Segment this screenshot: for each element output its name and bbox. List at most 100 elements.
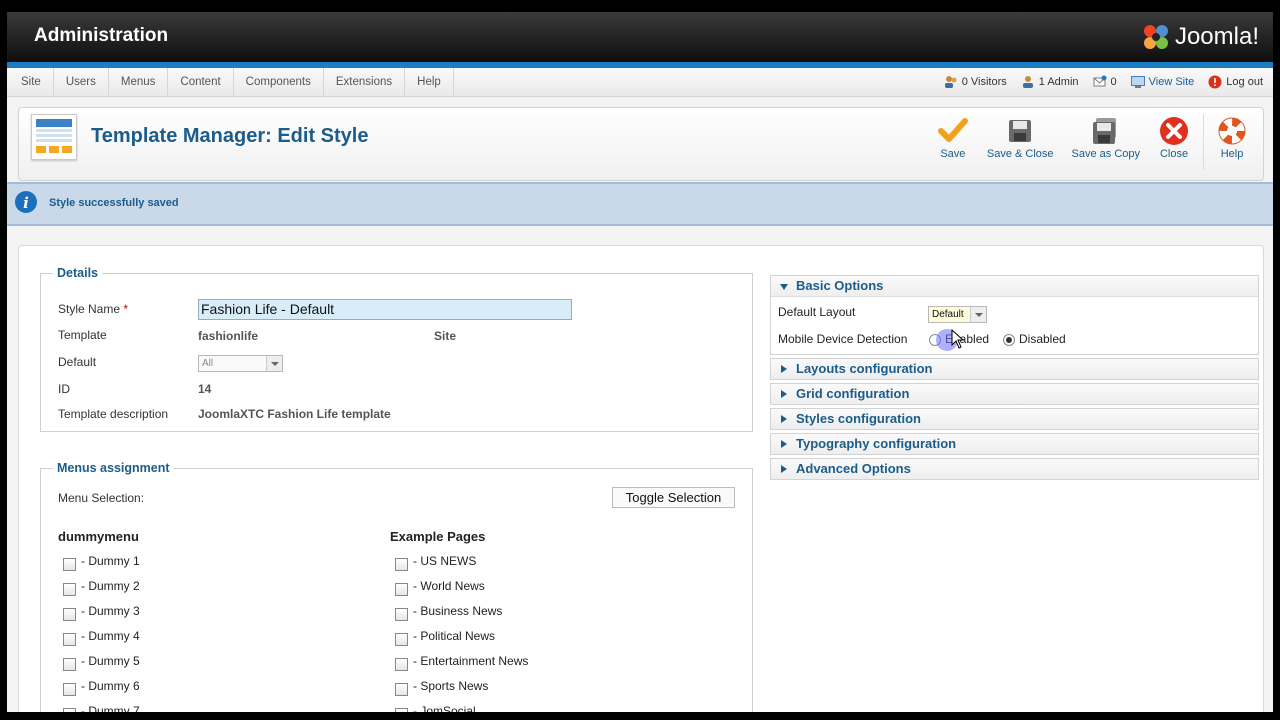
menu-content[interactable]: Content: [168, 68, 234, 96]
lifebuoy-icon: [1218, 117, 1246, 145]
dummy-6-label: - Dummy 6: [81, 679, 140, 693]
admins-count: 1 Admin: [1038, 76, 1079, 88]
messages-status[interactable]: 0: [1093, 75, 1117, 89]
jomsocial-label: - JomSocial: [413, 704, 476, 712]
grid-config-header[interactable]: Grid configuration: [771, 384, 1258, 404]
default-select-value: All: [202, 358, 214, 369]
dummy-3-label: - Dummy 3: [81, 604, 140, 618]
dummy-6-checkbox[interactable]: [63, 683, 76, 696]
menu-components[interactable]: Components: [234, 68, 324, 96]
styles-config-header[interactable]: Styles configuration: [771, 409, 1258, 429]
menu-extensions[interactable]: Extensions: [324, 68, 406, 96]
styles-config-panel: Styles configuration: [770, 408, 1259, 430]
typography-config-panel: Typography configuration: [770, 433, 1259, 455]
svg-text:i: i: [23, 194, 29, 212]
menu-site[interactable]: Site: [9, 68, 54, 96]
world-news-label: - World News: [413, 579, 485, 593]
us-news-label: - US NEWS: [413, 554, 477, 568]
entertainment-news-label: - Entertainment News: [413, 654, 529, 668]
info-icon: i: [15, 191, 37, 213]
close-button[interactable]: Close: [1149, 114, 1199, 170]
dummymenu-heading: dummymenu: [58, 529, 139, 544]
basic-options-header[interactable]: Basic Options: [771, 276, 1258, 296]
default-layout-select[interactable]: Default: [928, 306, 987, 323]
visitors-status: 0 Visitors: [944, 75, 1007, 89]
world-news-checkbox[interactable]: [395, 583, 408, 596]
advanced-options-title: Advanced Options: [796, 461, 911, 476]
dummy-2-checkbox[interactable]: [63, 583, 76, 596]
dummy-5-checkbox[interactable]: [63, 658, 76, 671]
layouts-config-header[interactable]: Layouts configuration: [771, 359, 1258, 379]
basic-options-title: Basic Options: [796, 278, 884, 293]
basic-options-body: Default Layout Default Mobile Device Det…: [771, 296, 1258, 354]
triangle-right-icon: [781, 440, 787, 448]
template-layout-icon: [36, 119, 72, 153]
joomla-logo-icon: [1143, 25, 1168, 49]
client-value: Site: [434, 329, 457, 343]
dummy-4-checkbox[interactable]: [63, 633, 76, 646]
dummy-2-label: - Dummy 2: [81, 579, 140, 593]
triangle-right-icon: [781, 465, 787, 473]
messages-icon: [1093, 75, 1107, 87]
political-news-label: - Political News: [413, 629, 496, 643]
description-value: JoomlaXTC Fashion Life template: [198, 407, 391, 421]
template-value: fashionlife: [198, 329, 259, 343]
sports-news-checkbox[interactable]: [395, 683, 408, 696]
triangle-down-icon: [780, 284, 788, 290]
mobile-detection-label: Mobile Device Detection: [778, 332, 908, 346]
political-news-checkbox[interactable]: [395, 633, 408, 646]
toggle-selection-button[interactable]: Toggle Selection: [612, 487, 735, 508]
business-news-checkbox[interactable]: [395, 608, 408, 621]
layouts-config-title: Layouts configuration: [796, 361, 933, 376]
logout-label: Log out: [1226, 76, 1263, 88]
messages-count: 0: [1110, 76, 1117, 88]
style-name-label: Style Name *: [58, 302, 128, 316]
admin-header: Administration Joomla!: [7, 12, 1273, 62]
close-label: Close: [1159, 148, 1189, 160]
menus-assignment-fieldset: Menus assignment Menu Selection: Toggle …: [40, 461, 753, 712]
mobile-disabled-label: Disabled: [1019, 332, 1066, 346]
entertainment-news-checkbox[interactable]: [395, 658, 408, 671]
floppy-disk-icon: [1009, 120, 1032, 142]
view-site-icon: [1130, 76, 1145, 88]
main-menubar: Site Users Menus Content Components Exte…: [7, 68, 1273, 97]
style-name-input[interactable]: Fashion Life - Default: [198, 299, 572, 320]
close-icon: [1160, 117, 1188, 145]
dummy-3-checkbox[interactable]: [63, 608, 76, 621]
triangle-right-icon: [781, 390, 787, 398]
logout-link[interactable]: Log out: [1208, 75, 1263, 89]
menu-items: Site Users Menus Content Components Exte…: [9, 68, 454, 96]
mobile-disabled-radio[interactable]: [1003, 334, 1015, 346]
dummy-7-checkbox[interactable]: [63, 708, 76, 712]
toolbar: Template Manager: Edit Style Save Save &…: [18, 107, 1264, 181]
style-name-label-text: Style Name: [58, 302, 121, 316]
layouts-config-panel: Layouts configuration: [770, 358, 1259, 380]
view-site-link[interactable]: View Site: [1130, 76, 1195, 88]
help-button[interactable]: Help: [1203, 114, 1257, 170]
admin-title: Administration: [34, 25, 169, 46]
menu-users[interactable]: Users: [54, 68, 109, 96]
advanced-options-header[interactable]: Advanced Options: [771, 459, 1258, 479]
default-select[interactable]: All: [198, 355, 283, 372]
save-close-label: Save & Close: [986, 148, 1054, 160]
save-button[interactable]: Save: [928, 114, 978, 170]
typography-config-title: Typography configuration: [796, 436, 957, 451]
grid-config-panel: Grid configuration: [770, 383, 1259, 405]
status-area: 0 Visitors 1 Admin 0 View Site Log out: [944, 68, 1263, 96]
us-news-checkbox[interactable]: [395, 558, 408, 571]
toolbar-buttons: Save Save & Close Save as Copy Close Hel…: [928, 114, 1257, 170]
typography-config-header[interactable]: Typography configuration: [771, 434, 1258, 454]
checkmark-icon: [937, 118, 968, 142]
default-layout-value: Default: [932, 309, 964, 320]
system-message: i Style successfully saved: [7, 182, 1273, 226]
example-pages-heading: Example Pages: [390, 529, 486, 544]
save-label: Save: [940, 148, 966, 160]
save-close-button[interactable]: Save & Close: [978, 114, 1063, 170]
menu-menus[interactable]: Menus: [109, 68, 169, 96]
menu-help[interactable]: Help: [405, 68, 454, 96]
view-site-label: View Site: [1148, 76, 1195, 88]
save-copy-button[interactable]: Save as Copy: [1063, 114, 1149, 170]
jomsocial-checkbox[interactable]: [395, 708, 408, 712]
chevron-down-icon: [266, 356, 282, 371]
dummy-1-checkbox[interactable]: [63, 558, 76, 571]
